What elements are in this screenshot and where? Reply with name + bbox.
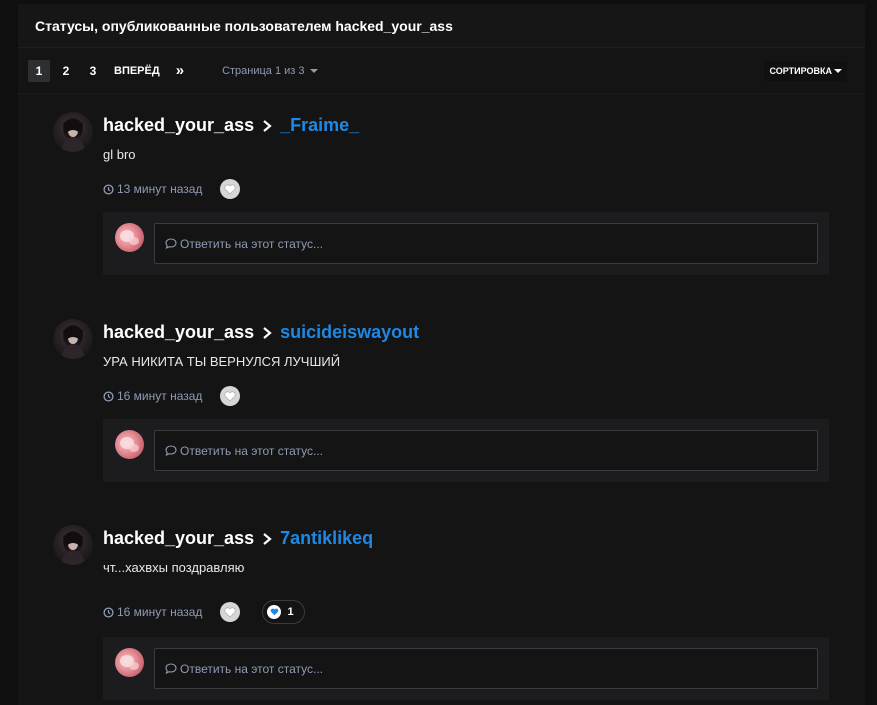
status-timestamp[interactable]: 16 минут назад bbox=[117, 605, 202, 619]
reply-placeholder: Ответить на этот статус... bbox=[180, 236, 323, 251]
current-user-avatar bbox=[115, 648, 144, 677]
target-user-link[interactable]: 7antiklikeq bbox=[280, 528, 373, 549]
author-avatar[interactable] bbox=[53, 112, 93, 152]
status-meta: 16 минут назад 1 bbox=[103, 600, 305, 624]
status-timestamp[interactable]: 16 минут назад bbox=[117, 389, 202, 403]
page-info-label: Страница 1 из 3 bbox=[222, 64, 305, 77]
avatar-image bbox=[61, 118, 85, 152]
author-link[interactable]: hacked_your_ass bbox=[103, 115, 254, 136]
status-meta: 13 минут назад bbox=[103, 179, 241, 199]
heart-icon bbox=[224, 390, 236, 401]
reply-placeholder: Ответить на этот статус... bbox=[180, 443, 323, 458]
status-text: чт...хахвхы поздравляю bbox=[103, 560, 245, 575]
page-jump-dropdown[interactable]: Страница 1 из 3 bbox=[222, 64, 318, 77]
react-button[interactable] bbox=[220, 602, 241, 622]
reply-box: Ответить на этот статус... bbox=[103, 212, 829, 275]
sort-label: СОРТИРОВКА bbox=[769, 66, 832, 76]
double-chevron-right-icon: » bbox=[175, 62, 185, 79]
clock-icon bbox=[103, 183, 114, 195]
heart-icon bbox=[224, 183, 236, 194]
comment-icon bbox=[165, 663, 177, 674]
reply-box: Ответить на этот статус... bbox=[103, 419, 829, 482]
author-link[interactable]: hacked_your_ass bbox=[103, 528, 254, 549]
next-page-button[interactable]: ВПЕРЁД bbox=[114, 65, 160, 77]
author-link[interactable]: hacked_your_ass bbox=[103, 322, 254, 343]
status-text: УРА НИКИТА ТЫ ВЕРНУЛСЯ ЛУЧШИЙ bbox=[103, 354, 341, 369]
clock-icon bbox=[103, 390, 114, 402]
current-user-avatar bbox=[115, 223, 144, 252]
caret-down-icon bbox=[309, 68, 318, 73]
status-timestamp[interactable]: 13 минут назад bbox=[117, 182, 202, 196]
target-user-link[interactable]: _Fraime_ bbox=[280, 115, 359, 136]
status-meta: 16 минут назад bbox=[103, 386, 241, 406]
reply-box: Ответить на этот статус... bbox=[103, 637, 829, 700]
page-1-button[interactable]: 1 bbox=[28, 59, 50, 82]
clock-icon bbox=[103, 606, 114, 618]
pagination-bar: 1 2 3 ВПЕРЁД » Страница 1 из 3 СОРТИРОВК… bbox=[18, 48, 865, 94]
target-user-link[interactable]: suicideiswayout bbox=[280, 322, 419, 343]
last-page-button[interactable]: » bbox=[176, 63, 184, 78]
status-text: gl bro bbox=[103, 147, 136, 162]
avatar-image bbox=[61, 531, 85, 565]
heart-icon bbox=[224, 606, 236, 617]
reactions-summary[interactable]: 1 bbox=[262, 600, 305, 624]
heart-reaction-icon bbox=[267, 605, 282, 619]
avatar-image bbox=[61, 325, 85, 359]
reply-input[interactable]: Ответить на этот статус... bbox=[154, 648, 818, 689]
chevron-right-icon bbox=[262, 119, 272, 132]
reply-placeholder: Ответить на этот статус... bbox=[180, 661, 323, 676]
chevron-right-icon bbox=[262, 532, 272, 545]
current-user-avatar bbox=[115, 430, 144, 459]
page-title: Статусы, опубликованные пользователем ha… bbox=[18, 4, 865, 48]
chevron-right-icon bbox=[262, 326, 272, 339]
reaction-count: 1 bbox=[287, 606, 294, 618]
caret-down-icon bbox=[834, 69, 842, 73]
page-2-button[interactable]: 2 bbox=[55, 60, 77, 82]
reply-input[interactable]: Ответить на этот статус... bbox=[154, 223, 818, 264]
author-avatar[interactable] bbox=[53, 319, 93, 359]
status-header: hacked_your_ass _Fraime_ bbox=[103, 115, 359, 136]
page-3-button[interactable]: 3 bbox=[82, 60, 104, 82]
comment-icon bbox=[165, 445, 177, 456]
author-avatar[interactable] bbox=[53, 525, 93, 565]
sort-button[interactable]: СОРТИРОВКА bbox=[764, 61, 847, 81]
react-button[interactable] bbox=[220, 386, 241, 406]
comment-icon bbox=[165, 238, 177, 249]
status-list-panel: Статусы, опубликованные пользователем ha… bbox=[18, 4, 865, 705]
status-header: hacked_your_ass 7antiklikeq bbox=[103, 528, 373, 549]
react-button[interactable] bbox=[220, 179, 241, 199]
status-header: hacked_your_ass suicideiswayout bbox=[103, 322, 419, 343]
reply-input[interactable]: Ответить на этот статус... bbox=[154, 430, 818, 471]
